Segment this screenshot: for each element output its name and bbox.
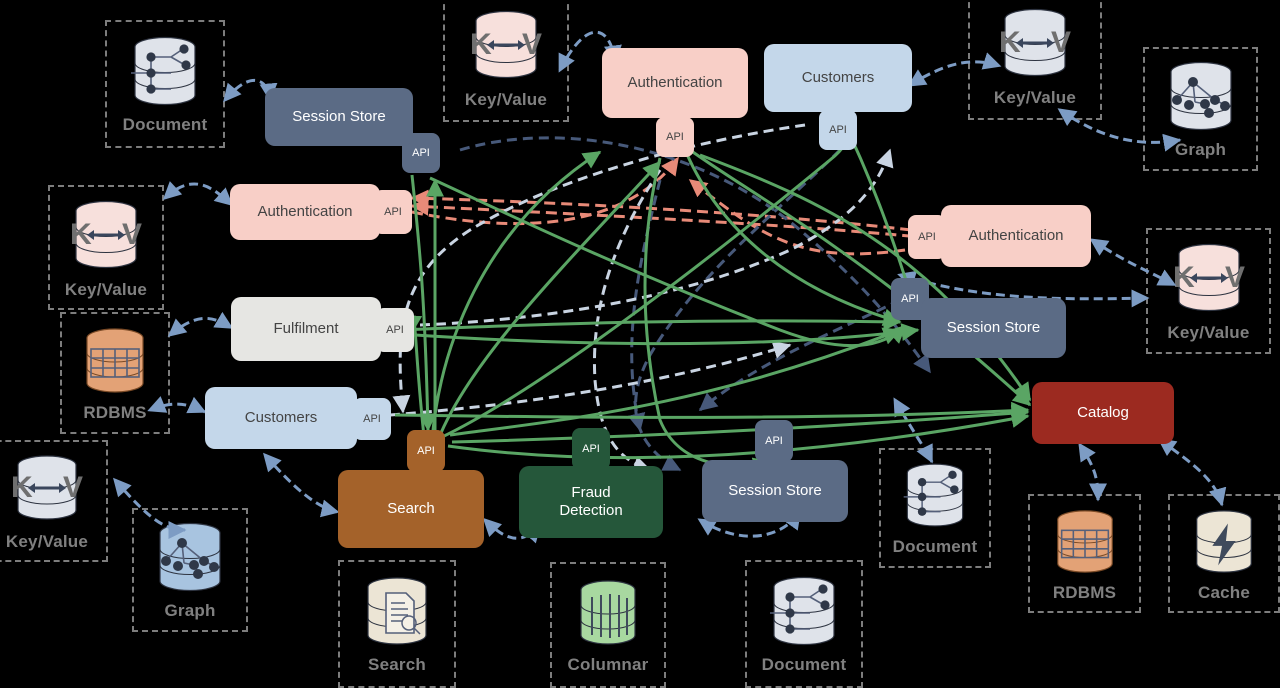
db-container-document-2[interactable]: Document xyxy=(745,560,863,688)
db-label: Document xyxy=(761,655,847,674)
service-session-store-2[interactable]: Session Store xyxy=(921,298,1066,358)
db-label: Key/Value xyxy=(464,90,548,109)
db-container-keyvalue-2[interactable]: K V Key/Value xyxy=(968,0,1102,120)
db-label: Key/Value xyxy=(1167,323,1250,342)
keyvalue-db-icon: K V xyxy=(985,6,1085,87)
db-container-keyvalue-5[interactable]: K V Key/Value xyxy=(1146,228,1271,354)
service-search-1[interactable]: Search xyxy=(338,470,484,548)
customers-flow-group xyxy=(389,123,894,474)
cache-db-icon xyxy=(1189,507,1259,582)
api-tab-session-store-3[interactable]: API xyxy=(755,420,793,462)
db-label: Graph xyxy=(1174,140,1227,159)
api-tab-fulfilment-1[interactable]: API xyxy=(376,308,414,352)
db-container-graph-2[interactable]: Graph xyxy=(132,508,248,632)
db-container-rdbms-2[interactable]: RDBMS xyxy=(1028,494,1141,613)
architecture-diagram: Document K V Key/Value K V Key/Value Gra… xyxy=(0,0,1280,688)
service-label-line-1: Fraud xyxy=(571,483,611,501)
db-container-keyvalue-3[interactable]: K V Key/Value xyxy=(48,185,164,310)
service-session-store-1[interactable]: Session Store xyxy=(265,88,413,146)
api-tab-fraud-detection-1[interactable]: API xyxy=(572,428,610,470)
graph-db-icon xyxy=(1163,60,1239,139)
api-tab-customers-1[interactable]: API xyxy=(819,110,857,150)
db-label: Key/Value xyxy=(993,88,1077,107)
document-db-icon xyxy=(766,575,842,654)
rdbms-db-icon xyxy=(79,325,151,402)
svg-text:V: V xyxy=(1225,261,1245,294)
rdbms-db-icon xyxy=(1050,507,1120,582)
db-container-cache-1[interactable]: Cache xyxy=(1168,494,1280,613)
service-customers-2[interactable]: Customers xyxy=(205,387,357,449)
service-customers-1[interactable]: Customers xyxy=(764,44,912,112)
db-label: Document xyxy=(122,115,208,134)
db-container-rdbms-1[interactable]: RDBMS xyxy=(60,312,170,434)
keyvalue-db-icon: K V xyxy=(0,452,97,531)
service-label-line-2: Detection xyxy=(559,502,623,519)
db-container-keyvalue-4[interactable]: K V Key/Value xyxy=(0,440,108,562)
document-db-icon xyxy=(900,461,970,536)
service-session-store-3[interactable]: Session Store xyxy=(702,460,848,522)
db-label: Search xyxy=(368,655,426,674)
db-container-document-1[interactable]: Document xyxy=(105,20,225,148)
db-label: Cache xyxy=(1197,582,1251,602)
db-container-document-3[interactable]: Document xyxy=(879,448,991,568)
api-tab-authentication-1[interactable]: API xyxy=(656,117,694,157)
keyvalue-db-icon: K V xyxy=(1159,241,1259,322)
db-container-graph-1[interactable]: Graph xyxy=(1143,47,1258,171)
service-catalog-1[interactable]: Catalog xyxy=(1032,382,1174,444)
svg-text:V: V xyxy=(63,471,83,504)
api-tab-customers-2[interactable]: API xyxy=(353,398,391,440)
db-label: RDBMS xyxy=(83,403,147,422)
db-label: Columnar xyxy=(567,655,649,674)
columnar-db-icon xyxy=(572,577,644,654)
svg-text:V: V xyxy=(1051,26,1071,59)
db-label: RDBMS xyxy=(1052,582,1117,602)
service-fraud-detection-1[interactable]: Fraud Detection xyxy=(519,466,663,538)
svg-text:V: V xyxy=(522,28,542,61)
session-flow-group xyxy=(459,136,932,472)
keyvalue-db-icon: K V xyxy=(456,8,556,89)
graph-db-icon xyxy=(152,521,228,600)
api-tab-search-1[interactable]: API xyxy=(407,430,445,472)
service-fulfilment-1[interactable]: Fulfilment xyxy=(231,297,381,361)
search-db-icon xyxy=(360,575,434,654)
db-container-keyvalue-1[interactable]: K V Key/Value xyxy=(443,0,569,122)
service-authentication-3[interactable]: Authentication xyxy=(941,205,1091,267)
document-db-icon xyxy=(127,35,203,114)
db-label: Graph xyxy=(164,601,216,620)
svg-text:V: V xyxy=(122,218,142,251)
keyvalue-db-icon: K V xyxy=(56,198,156,279)
service-authentication-2[interactable]: Authentication xyxy=(230,184,380,240)
db-container-columnar-1[interactable]: Columnar xyxy=(550,562,666,688)
db-label: Document xyxy=(892,537,978,556)
service-authentication-1[interactable]: Authentication xyxy=(602,48,748,118)
db-label: Key/Value xyxy=(64,279,148,299)
db-container-search-1[interactable]: Search xyxy=(338,560,456,688)
auth-flow-group xyxy=(410,156,931,256)
db-label: Key/Value xyxy=(5,532,89,551)
